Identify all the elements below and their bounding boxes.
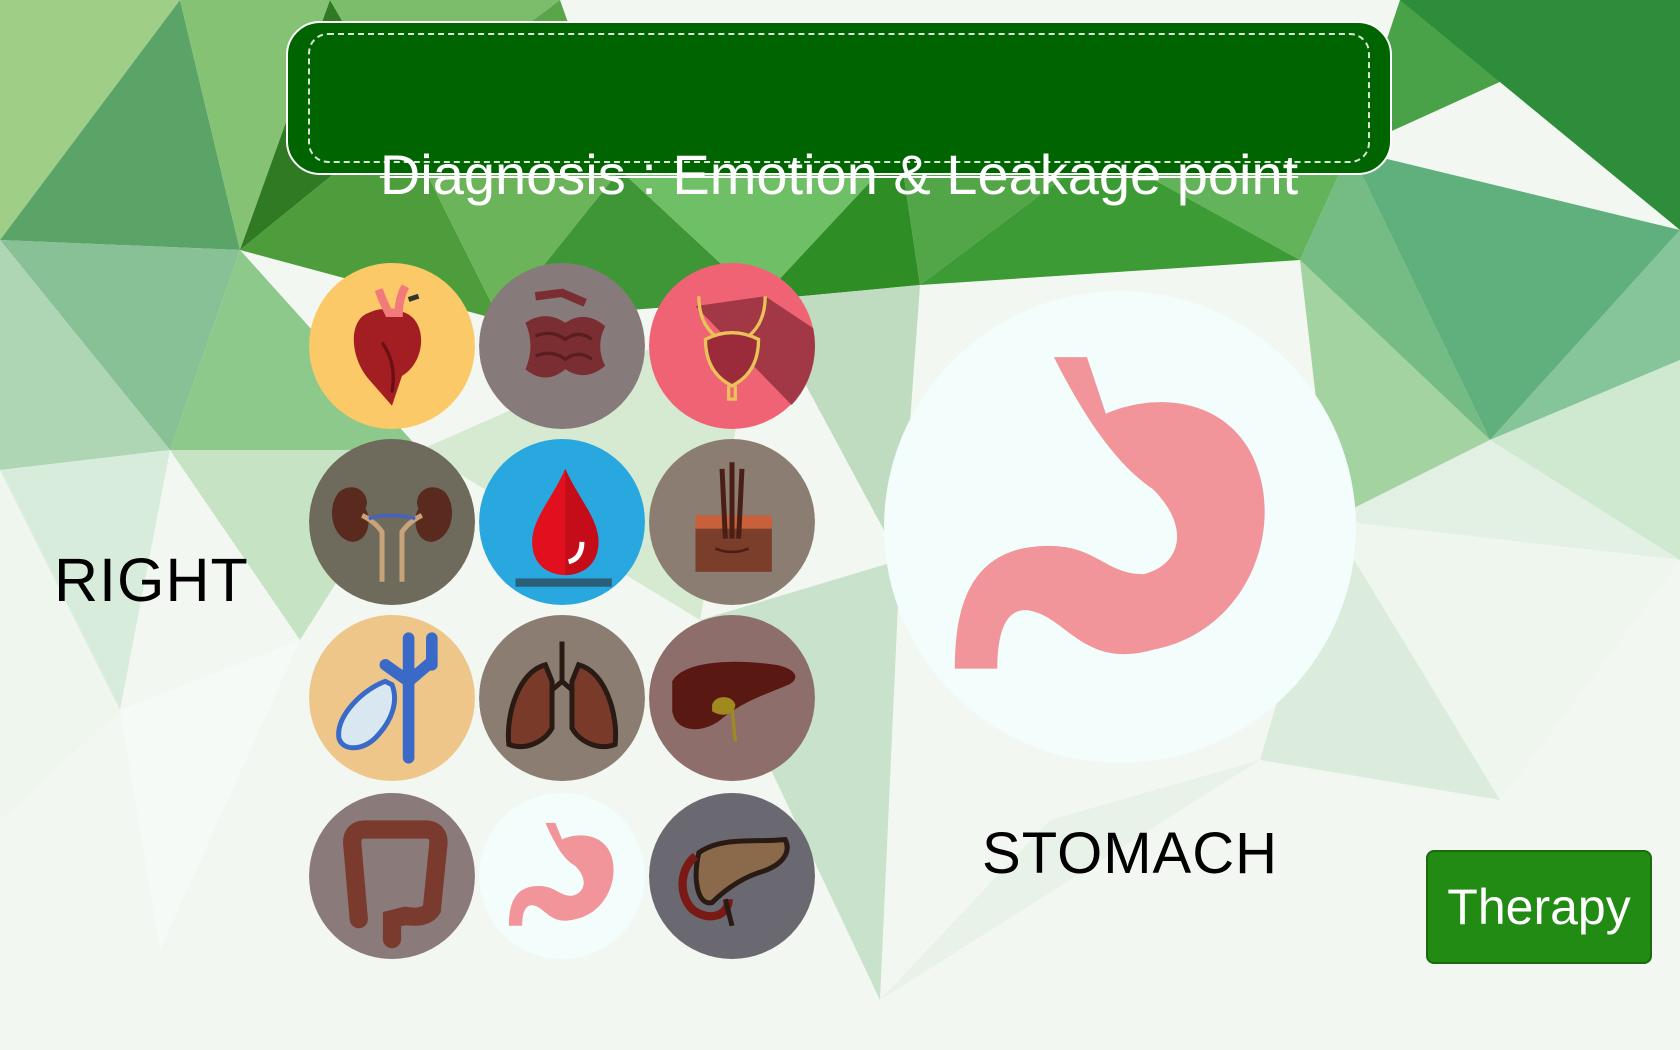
- kidneys-icon: [309, 439, 475, 605]
- organ-button-small-intestine[interactable]: [479, 261, 645, 431]
- organ-button-large-intestine[interactable]: [309, 791, 475, 961]
- organ-button-skin[interactable]: [649, 437, 815, 607]
- skin-hair-icon: [649, 439, 815, 605]
- selected-organ-display: [884, 291, 1356, 763]
- heart-icon: [309, 263, 475, 429]
- bladder-icon: [649, 263, 815, 429]
- liver-icon: [649, 615, 815, 781]
- lungs-icon: [479, 615, 645, 781]
- small-intestine-icon: [479, 263, 645, 429]
- organ-button-lungs[interactable]: [479, 613, 645, 783]
- organ-grid: [309, 261, 819, 963]
- selected-organ-name: STOMACH: [982, 821, 1278, 886]
- organ-button-kidneys[interactable]: [309, 437, 475, 607]
- organ-button-stomach[interactable]: [479, 791, 645, 961]
- stomach-icon: [954, 357, 1265, 669]
- side-label: RIGHT: [54, 546, 249, 614]
- organ-button-liver[interactable]: [649, 613, 815, 783]
- organ-button-blood[interactable]: [479, 437, 645, 607]
- pancreas-icon: [649, 793, 815, 959]
- organ-button-pancreas[interactable]: [649, 791, 815, 961]
- therapy-button[interactable]: Therapy: [1426, 850, 1652, 964]
- gallbladder-icon: [309, 615, 475, 781]
- stomach-icon: [479, 793, 645, 959]
- title-banner: Diagnosis : Emotion & Leakage point: [286, 21, 1392, 206]
- large-intestine-icon: [309, 793, 475, 959]
- organ-button-heart[interactable]: [309, 261, 475, 431]
- blood-drop-icon: [479, 439, 645, 605]
- page-title: Diagnosis : Emotion & Leakage point: [379, 143, 1299, 206]
- organ-button-bladder[interactable]: [649, 261, 815, 431]
- organ-button-gallbladder[interactable]: [309, 613, 475, 783]
